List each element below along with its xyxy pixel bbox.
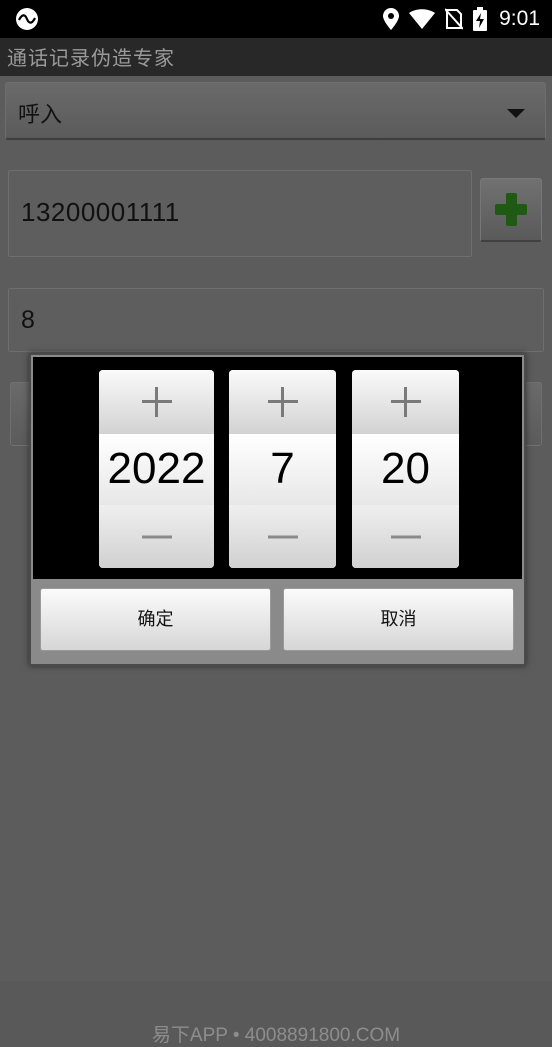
month-value[interactable]: 7 (229, 434, 336, 504)
minus-icon (267, 535, 298, 539)
day-decrement-button[interactable] (352, 504, 459, 568)
phone-number-input[interactable]: 13200001111 (8, 170, 472, 257)
date-picker: 2022 7 20 (33, 357, 522, 579)
dropdown-arrow-icon (507, 109, 525, 118)
month-picker: 7 (229, 370, 336, 568)
wifi-icon (409, 9, 436, 29)
app-title-bar: 通话记录伪造专家 (0, 38, 552, 76)
plus-icon (267, 387, 298, 417)
month-decrement-button[interactable] (229, 504, 336, 568)
year-increment-button[interactable] (99, 370, 214, 435)
location-icon (383, 8, 400, 30)
status-bar: 9:01 (0, 0, 552, 38)
month-increment-button[interactable] (229, 370, 336, 435)
year-picker: 2022 (99, 370, 214, 568)
duration-input[interactable]: 8 (8, 288, 544, 352)
confirm-button[interactable]: 确定 (40, 588, 271, 651)
minus-icon (141, 535, 172, 539)
watermark: 易下APP • 4008891800.COM (151, 1025, 401, 1046)
day-picker: 20 (352, 370, 459, 568)
duration-value: 8 (21, 306, 35, 334)
minus-icon (390, 535, 421, 539)
call-type-value: 呼入 (18, 103, 63, 128)
date-picker-dialog: 2022 7 20 确定 取消 (29, 353, 526, 666)
status-time: 9:01 (499, 7, 540, 30)
app-notification-icon (16, 8, 38, 30)
add-contact-button[interactable] (480, 178, 542, 242)
call-type-dropdown[interactable]: 呼入 (5, 82, 546, 140)
day-increment-button[interactable] (352, 370, 459, 435)
plus-icon (390, 387, 421, 417)
battery-charging-icon (473, 7, 488, 31)
day-value[interactable]: 20 (352, 434, 459, 504)
plus-icon (141, 387, 172, 417)
phone-number-value: 13200001111 (21, 197, 180, 227)
year-decrement-button[interactable] (99, 504, 214, 568)
app-title: 通话记录伪造专家 (7, 46, 175, 70)
cancel-button[interactable]: 取消 (283, 588, 514, 651)
no-sim-icon (445, 8, 464, 30)
year-value[interactable]: 2022 (99, 434, 214, 504)
